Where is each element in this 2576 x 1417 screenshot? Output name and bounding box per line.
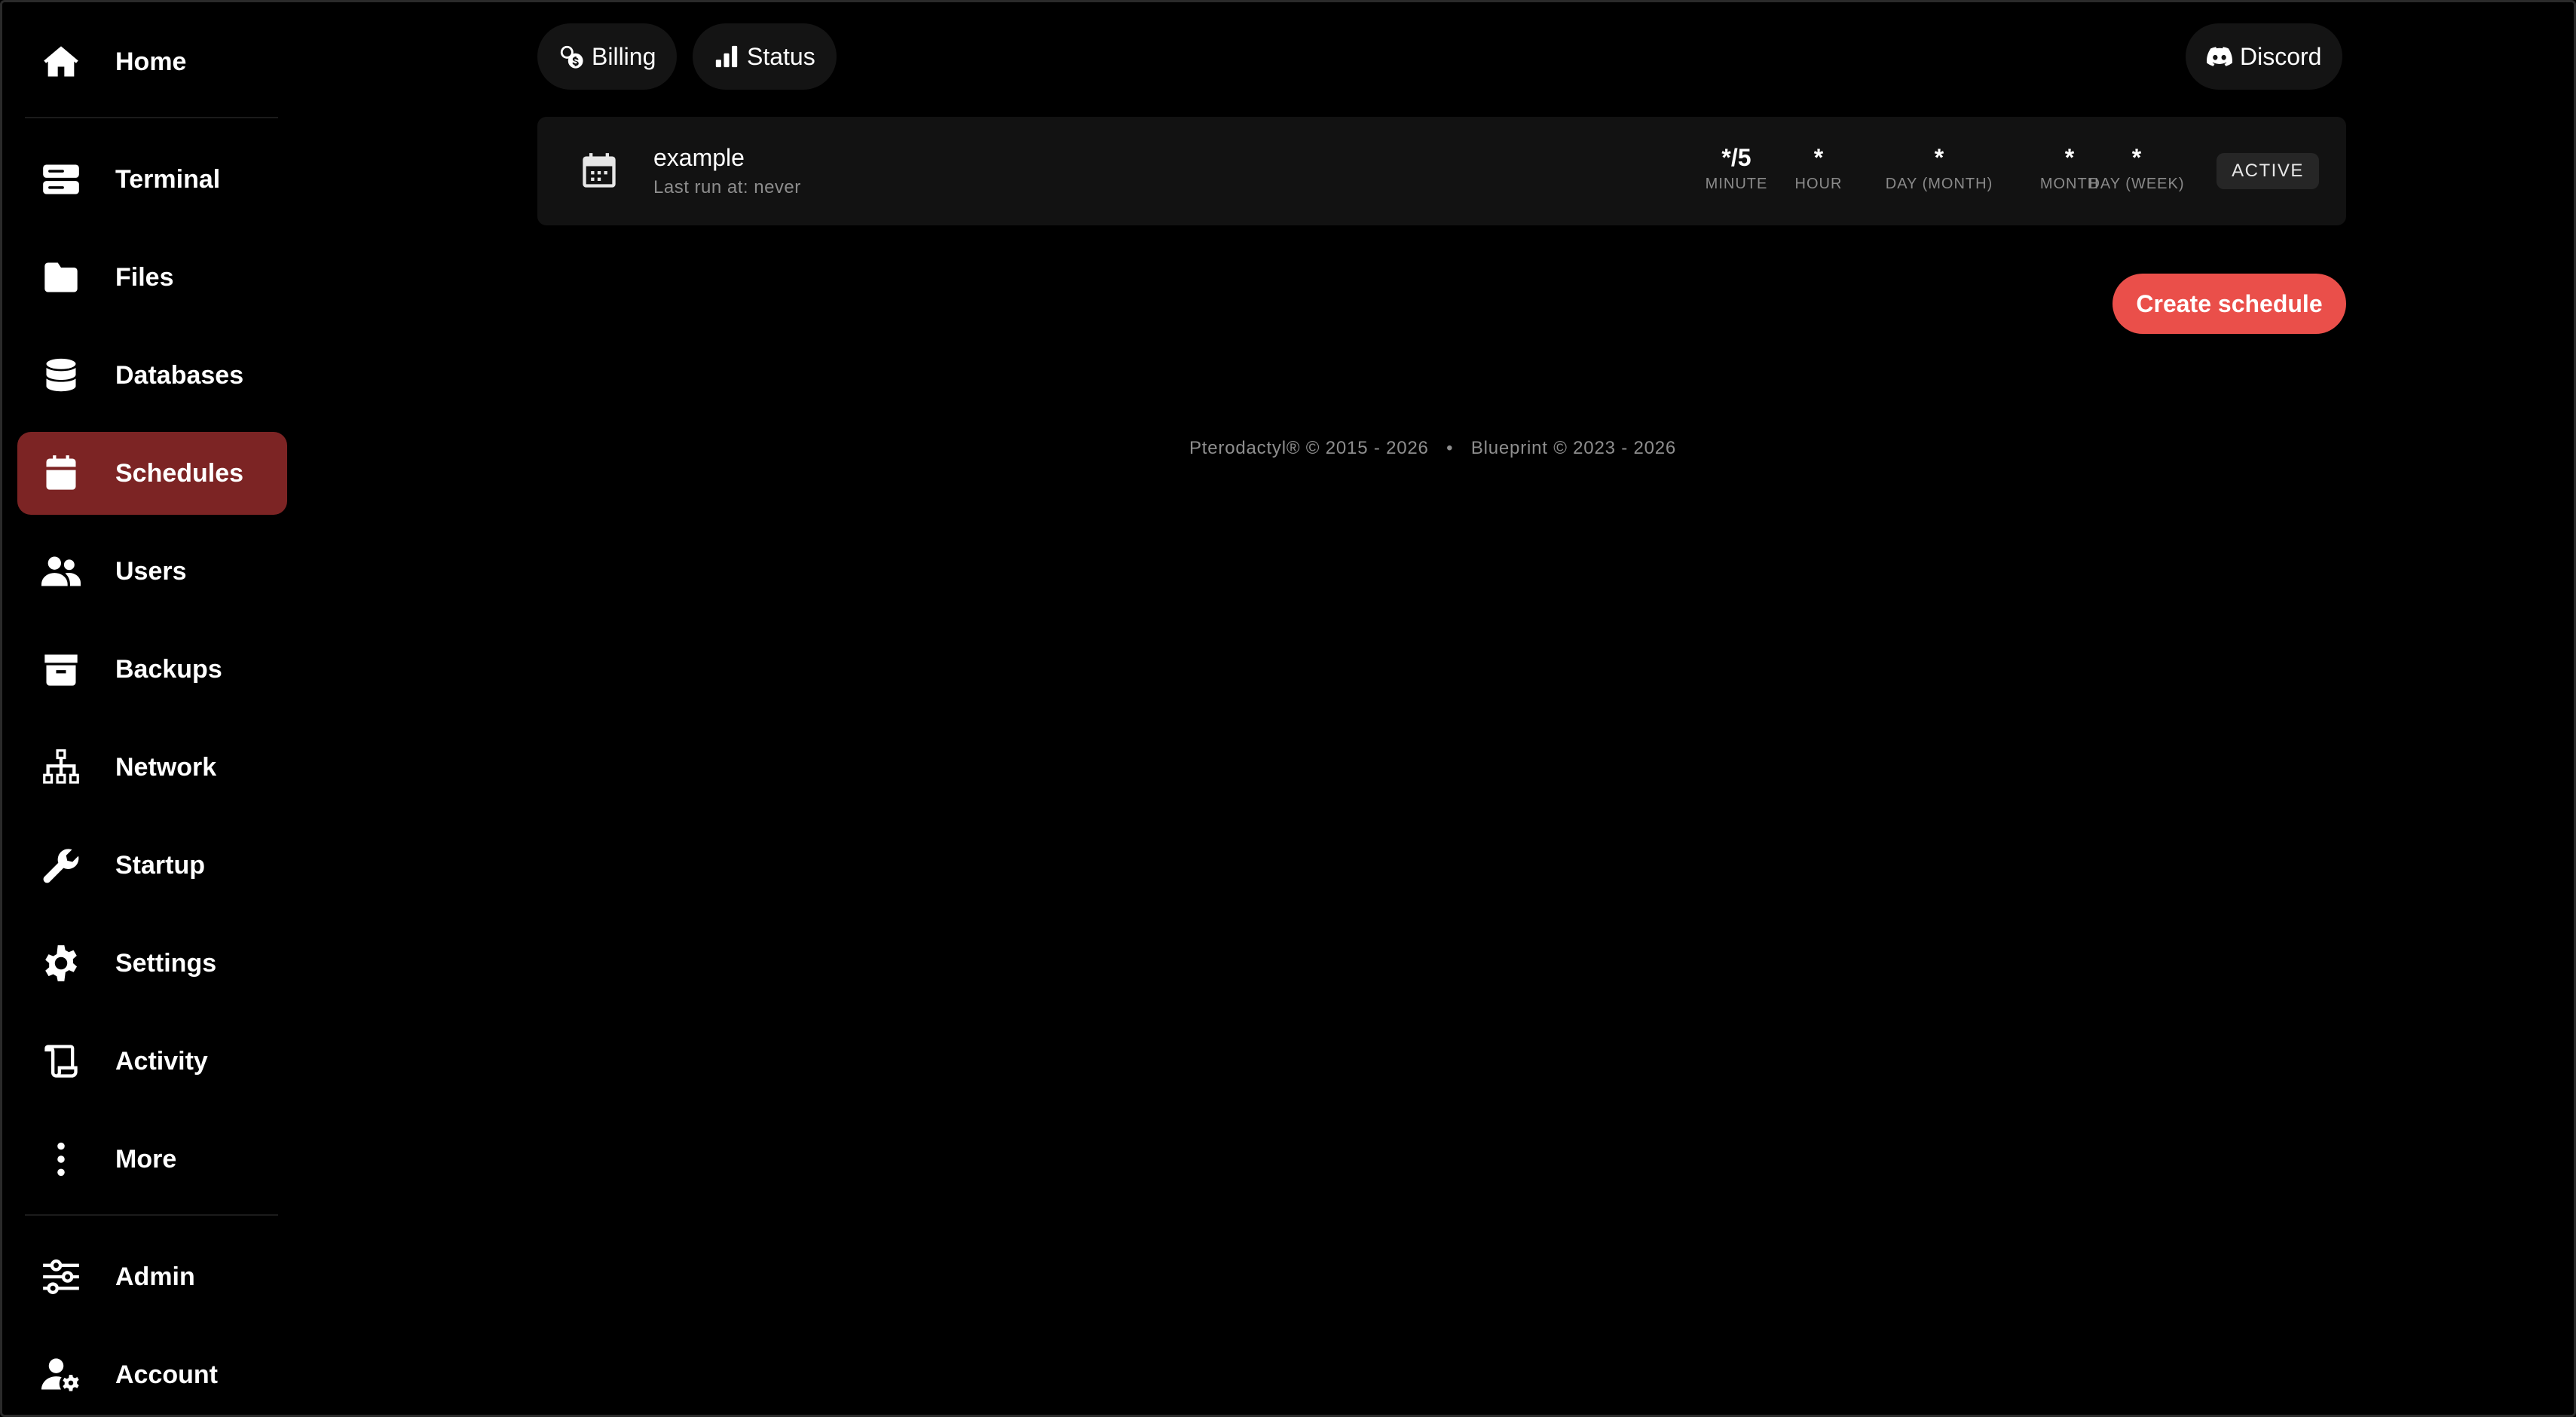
sidebar-item-label: Settings xyxy=(115,948,217,978)
user-gear-icon xyxy=(40,1354,82,1396)
schedule-row[interactable]: example Last run at: never */5 MINUTE * … xyxy=(537,117,2346,225)
billing-coins-icon xyxy=(558,44,584,69)
cron-hour: * HOUR xyxy=(1788,144,1849,193)
sidebar-item-home[interactable]: Home xyxy=(17,20,287,103)
network-icon xyxy=(40,746,82,788)
sidebar-item-startup[interactable]: Startup xyxy=(17,824,287,907)
sidebar-item-backups[interactable]: Backups xyxy=(17,628,287,711)
sidebar-item-label: More xyxy=(115,1144,177,1174)
sidebar-item-label: Databases xyxy=(115,360,244,390)
sidebar-item-schedules[interactable]: Schedules xyxy=(17,432,287,515)
gear-icon xyxy=(40,942,82,984)
database-icon xyxy=(40,354,82,396)
calendar-icon xyxy=(580,151,619,191)
footer-separator: • xyxy=(1446,438,1454,458)
calendar-icon xyxy=(40,452,82,494)
sidebar-item-label: Account xyxy=(115,1360,218,1389)
sidebar-item-label: Admin xyxy=(115,1262,195,1291)
archive-icon xyxy=(40,648,82,690)
sidebar-item-account[interactable]: Account xyxy=(17,1333,287,1416)
sidebar-item-activity[interactable]: Activity xyxy=(17,1020,287,1103)
sidebar-divider xyxy=(25,1214,278,1216)
cron-label: DAY (MONTH) xyxy=(1885,176,1993,192)
discord-label: Discord xyxy=(2240,42,2322,70)
home-icon xyxy=(40,41,82,83)
sidebar-item-label: Network xyxy=(115,752,217,782)
sidebar-item-label: Schedules xyxy=(115,458,244,488)
sidebar-item-admin[interactable]: Admin xyxy=(17,1235,287,1318)
billing-button[interactable]: Billing xyxy=(537,23,678,90)
terminal-icon xyxy=(40,158,82,200)
sidebar-item-more[interactable]: More xyxy=(17,1118,287,1201)
sidebar-item-label: Home xyxy=(115,47,187,76)
cron-label: MINUTE xyxy=(1705,176,1768,192)
cron-day-week: * DAY (WEEK) xyxy=(2065,144,2208,193)
footer: Pterodactyl® © 2015 - 2026 • Blueprint ©… xyxy=(1189,438,1676,459)
sidebar-divider xyxy=(25,117,278,118)
more-vertical-icon xyxy=(40,1138,82,1180)
cron-value: * xyxy=(1813,144,1824,171)
sidebar-item-label: Terminal xyxy=(115,164,221,194)
status-button[interactable]: Status xyxy=(693,23,837,90)
sidebar-item-databases[interactable]: Databases xyxy=(17,334,287,417)
sidebar: Home Terminal Files Databases Schedules … xyxy=(16,2,289,1417)
status-badge: ACTIVE xyxy=(2217,153,2319,189)
create-schedule-button[interactable]: Create schedule xyxy=(2113,274,2346,334)
sidebar-item-label: Backups xyxy=(115,654,222,684)
sidebar-item-label: Users xyxy=(115,556,187,586)
sidebar-item-label: Activity xyxy=(115,1046,208,1076)
sidebar-item-label: Files xyxy=(115,262,174,292)
sidebar-item-users[interactable]: Users xyxy=(17,530,287,613)
sidebar-item-settings[interactable]: Settings xyxy=(17,922,287,1005)
scroll-icon xyxy=(40,1040,82,1082)
sidebar-item-files[interactable]: Files xyxy=(17,236,287,319)
users-icon xyxy=(40,550,82,592)
sidebar-item-terminal[interactable]: Terminal xyxy=(17,138,287,221)
cron-value: * xyxy=(1934,144,1944,171)
cron-day-month: * DAY (MONTH) xyxy=(1856,144,2022,193)
wrench-icon xyxy=(40,844,82,886)
footer-pterodactyl-link[interactable]: Pterodactyl® © 2015 - 2026 xyxy=(1189,438,1429,458)
signal-bars-icon xyxy=(714,44,739,69)
folder-icon xyxy=(40,256,82,298)
discord-icon xyxy=(2207,44,2232,69)
cron-label: DAY (WEEK) xyxy=(2088,176,2185,192)
schedule-last-run: Last run at: never xyxy=(653,177,801,197)
cron-minute: */5 MINUTE xyxy=(1703,144,1770,193)
cron-value: */5 xyxy=(1721,144,1751,171)
status-label: Status xyxy=(747,42,815,70)
cron-label: HOUR xyxy=(1794,176,1843,192)
cron-value: * xyxy=(2131,144,2142,171)
footer-blueprint-link[interactable]: Blueprint © 2023 - 2026 xyxy=(1471,438,1676,458)
schedule-name: example xyxy=(653,144,745,171)
sidebar-item-network[interactable]: Network xyxy=(17,726,287,809)
billing-label: Billing xyxy=(592,42,656,70)
sliders-icon xyxy=(40,1256,82,1298)
sidebar-item-label: Startup xyxy=(115,850,205,880)
discord-button[interactable]: Discord xyxy=(2186,23,2343,90)
